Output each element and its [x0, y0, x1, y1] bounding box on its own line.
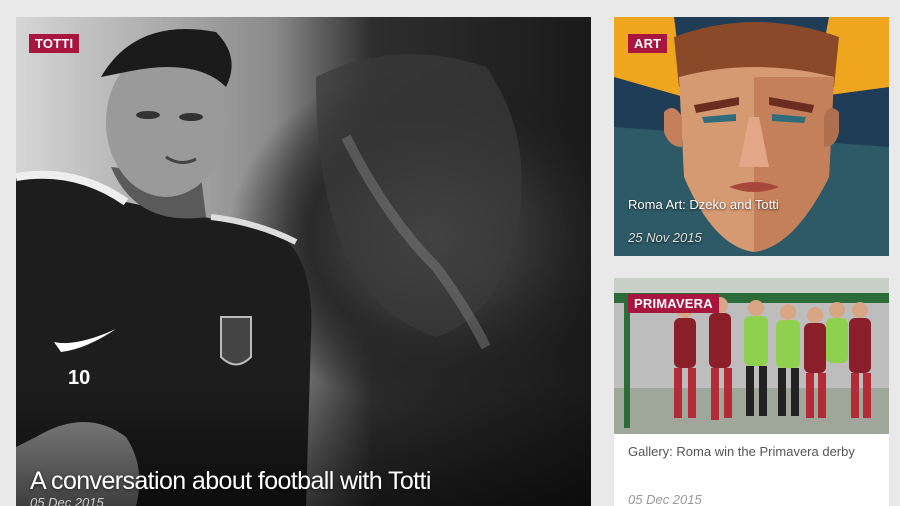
- article-title[interactable]: Gallery: Roma win the Primavera derby: [628, 444, 855, 459]
- art-article-card[interactable]: ART Roma Art: Dzeko and Totti 25 Nov 201…: [614, 17, 889, 256]
- article-date: 05 Dec 2015: [30, 495, 104, 506]
- article-title[interactable]: Roma Art: Dzeko and Totti: [628, 197, 779, 212]
- feature-article-card[interactable]: 10 TOTTI A conversation about football w…: [16, 17, 591, 506]
- article-title[interactable]: A conversation about football with Totti: [30, 467, 431, 496]
- totti-photo: 10: [16, 17, 591, 506]
- category-badge[interactable]: PRIMAVERA: [628, 294, 719, 313]
- category-badge[interactable]: ART: [628, 34, 668, 53]
- category-badge[interactable]: TOTTI: [29, 34, 80, 53]
- article-date: 05 Dec 2015: [628, 492, 702, 506]
- article-date: 25 Nov 2015: [628, 230, 702, 245]
- primavera-article-card[interactable]: PRIMAVERA Gallery: Roma win the Primaver…: [614, 278, 889, 506]
